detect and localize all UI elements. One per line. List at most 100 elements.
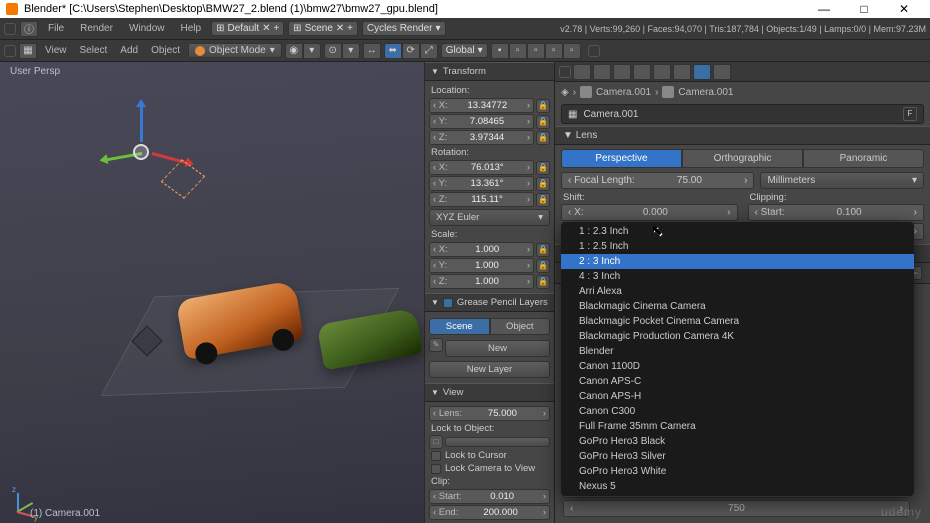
rot-y-field[interactable]: ‹ Y:13.361°›: [429, 176, 534, 191]
menu-object[interactable]: Object: [146, 43, 185, 58]
rotation-mode-select[interactable]: XYZ Euler▾: [429, 209, 550, 226]
preset-option[interactable]: Blackmagic Cinema Camera: [561, 299, 914, 314]
view-panel-header[interactable]: ▼View: [425, 383, 554, 402]
lock-icon[interactable]: 🔒: [536, 161, 550, 175]
preset-option[interactable]: GoPro Hero3 White: [561, 464, 914, 479]
shading-menu-icon[interactable]: ▾: [303, 43, 321, 59]
lock-icon[interactable]: 🔒: [536, 131, 550, 145]
scale-z-field[interactable]: ‹ Z:1.000›: [429, 274, 534, 289]
preset-option[interactable]: Blackmagic Pocket Cinema Camera: [561, 314, 914, 329]
preset-option[interactable]: GoPro Hero3 Black: [561, 434, 914, 449]
rot-x-field[interactable]: ‹ X:76.013°›: [429, 160, 534, 175]
camera-datablock-icon[interactable]: ▦: [568, 109, 577, 120]
tab-object-icon[interactable]: [653, 64, 671, 80]
gp-datablock-icon[interactable]: ✎: [429, 338, 443, 352]
preset-option[interactable]: Blender: [561, 344, 914, 359]
area-corner-icon[interactable]: [4, 23, 16, 35]
lock-icon[interactable]: 🔒: [536, 193, 550, 207]
shift-x-field[interactable]: ‹ X:0.000›: [561, 204, 738, 221]
maximize-button[interactable]: □: [844, 2, 884, 16]
editor-type-icon[interactable]: ⓘ: [20, 21, 38, 37]
gp-new-button[interactable]: New: [445, 340, 550, 357]
lock-icon[interactable]: 🔒: [536, 99, 550, 113]
pivot-menu-icon[interactable]: ▾: [342, 43, 360, 59]
clip-start-field[interactable]: ‹ Start:0.100›: [748, 204, 925, 221]
area-corner-icon[interactable]: [4, 45, 16, 57]
gizmo-z-axis[interactable]: [140, 102, 143, 142]
lock-camera-check[interactable]: [431, 464, 441, 474]
lens-type-perspective[interactable]: Perspective: [561, 149, 682, 168]
tab-physics-icon[interactable]: [713, 64, 731, 80]
lock-object-field[interactable]: [445, 437, 550, 447]
pivot-icon[interactable]: ⊙: [324, 43, 342, 59]
tab-constraints-icon[interactable]: [673, 64, 691, 80]
lens-type-orthographic[interactable]: Orthographic: [682, 149, 803, 168]
preset-option[interactable]: GoPro Hero3 Silver: [561, 449, 914, 464]
lock-cursor-check[interactable]: [431, 451, 441, 461]
menu-file[interactable]: File: [42, 21, 70, 36]
close-button[interactable]: ✕: [884, 2, 924, 16]
menu-view[interactable]: View: [40, 43, 72, 58]
lock-icon[interactable]: 🔒: [536, 275, 550, 289]
view-clip-start-field[interactable]: ‹ Start:0.010›: [429, 489, 550, 504]
menu-help[interactable]: Help: [175, 21, 208, 36]
layer-buttons[interactable]: ▪▫▫▫▫: [491, 43, 581, 59]
tab-render-layers-icon[interactable]: [593, 64, 611, 80]
lock-object-icon[interactable]: □: [429, 435, 443, 449]
camera-name-field[interactable]: ▦ Camera.001 F: [561, 104, 924, 124]
menu-select[interactable]: Select: [75, 43, 113, 58]
focal-units-select[interactable]: Millimeters▾: [760, 172, 924, 189]
3d-viewport[interactable]: User Persp z y (1) Camera.001: [0, 62, 424, 523]
render-engine-select[interactable]: Cycles Render ▾: [362, 21, 446, 36]
scale-y-field[interactable]: ‹ Y:1.000›: [429, 258, 534, 273]
grease-scene-tab[interactable]: Scene: [429, 318, 490, 335]
gizmo-center[interactable]: [133, 144, 149, 160]
tab-world-icon[interactable]: [633, 64, 651, 80]
grease-object-tab[interactable]: Object: [490, 318, 551, 335]
editor-type-icon[interactable]: ▦: [19, 43, 37, 59]
loc-y-field[interactable]: ‹ Y:7.08465›: [429, 114, 534, 129]
area-corner-icon[interactable]: [559, 66, 571, 78]
view-lens-field[interactable]: ‹ Lens:75.000›: [429, 406, 550, 421]
preset-option[interactable]: Canon APS-H: [561, 389, 914, 404]
preset-option[interactable]: Canon 1100D: [561, 359, 914, 374]
lock-icon[interactable]: 🔒: [536, 243, 550, 257]
lock-icon[interactable]: 🔒: [536, 259, 550, 273]
shading-solid-icon[interactable]: ◉: [285, 43, 303, 59]
camera-presets-menu[interactable]: 1 : 2.3 Inch1 : 2.5 Inch2 : 3 Inch4 : 3 …: [561, 222, 914, 496]
mode-select[interactable]: Object Mode ▾: [188, 43, 282, 58]
manipulator-rotate-icon[interactable]: ⟳: [402, 43, 420, 59]
loc-x-field[interactable]: ‹ X:13.34772›: [429, 98, 534, 113]
preset-option[interactable]: 2 : 3 Inch: [561, 254, 914, 269]
scene-select[interactable]: ⊞ Scene ✕ +: [288, 21, 358, 36]
preset-option[interactable]: Canon C300: [561, 404, 914, 419]
menu-window[interactable]: Window: [123, 21, 171, 36]
preset-option[interactable]: Blackmagic Production Camera 4K: [561, 329, 914, 344]
grease-panel-header[interactable]: ▼Grease Pencil Layers: [425, 293, 554, 312]
manipulator-translate-icon[interactable]: ⬌: [384, 43, 402, 59]
tab-render-icon[interactable]: [573, 64, 591, 80]
lens-type-panoramic[interactable]: Panoramic: [803, 149, 924, 168]
preset-option[interactable]: 1 : 2.3 Inch: [561, 224, 914, 239]
lock-icon[interactable]: 🔒: [536, 115, 550, 129]
preset-option[interactable]: Full Frame 35mm Camera: [561, 419, 914, 434]
preset-option[interactable]: Arri Alexa: [561, 284, 914, 299]
tab-scene-icon[interactable]: [613, 64, 631, 80]
preset-option[interactable]: Canon APS-C: [561, 374, 914, 389]
menu-render[interactable]: Render: [74, 21, 119, 36]
preset-option[interactable]: 4 : 3 Inch: [561, 269, 914, 284]
manipulator-scale-icon[interactable]: ⤢: [420, 43, 438, 59]
tab-data-camera-icon[interactable]: [693, 64, 711, 80]
grease-enable-check[interactable]: [443, 298, 453, 308]
lens-section-header[interactable]: ▼ Lens: [555, 126, 930, 145]
orientation-select[interactable]: Global ▾: [441, 43, 488, 58]
preset-option[interactable]: Nexus 5: [561, 479, 914, 494]
view-clip-end-field[interactable]: ‹ End:200.000›: [429, 505, 550, 520]
area-corner-icon[interactable]: [588, 45, 600, 57]
rot-z-field[interactable]: ‹ Z:115.11°›: [429, 192, 534, 207]
menu-add[interactable]: Add: [115, 43, 143, 58]
preset-option[interactable]: 1 : 2.5 Inch: [561, 239, 914, 254]
loc-z-field[interactable]: ‹ Z:3.97344›: [429, 130, 534, 145]
scale-x-field[interactable]: ‹ X:1.000›: [429, 242, 534, 257]
minimize-button[interactable]: —: [804, 2, 844, 16]
